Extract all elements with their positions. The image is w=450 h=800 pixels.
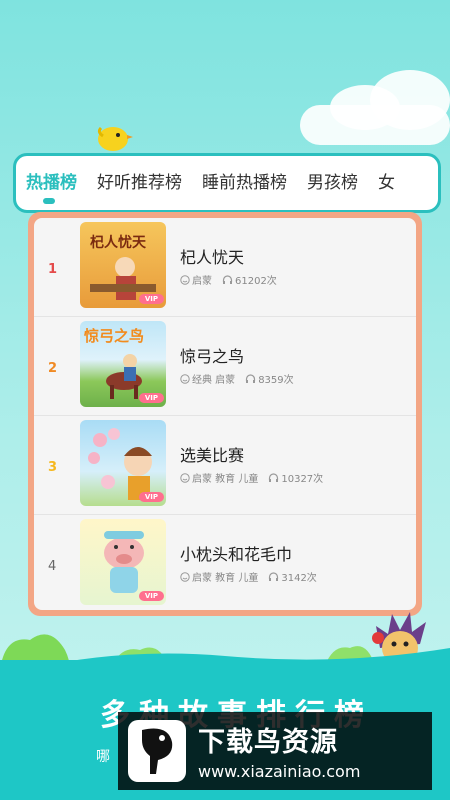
bird-logo-icon	[142, 728, 173, 774]
story-title: 惊弓之鸟	[180, 347, 245, 366]
banner-subtitle: 哪	[96, 749, 110, 765]
story-title: 杞人忧天	[180, 248, 245, 267]
active-tab-indicator	[43, 198, 55, 204]
story-cover: VIP	[80, 420, 166, 506]
play-count: 8359次	[245, 371, 294, 386]
smile-tag-icon	[180, 472, 190, 483]
banner-wave	[0, 648, 450, 676]
play-count: 61202次	[222, 272, 277, 287]
watermark-title: 下载鸟资源	[198, 727, 338, 758]
play-count-value: 8359次	[258, 375, 294, 386]
story-tags: 启蒙 教育 儿童	[192, 573, 259, 584]
rank-number: 2	[48, 361, 58, 376]
play-count-value: 3142次	[281, 573, 317, 584]
story-meta: 启蒙 教育 儿童 10327次	[180, 470, 323, 485]
ranking-tab-bar: 热播榜 好听推荐榜 睡前热播榜 男孩榜 女	[13, 153, 441, 213]
smile-tag-icon	[180, 274, 190, 285]
rank-number: 3	[48, 460, 58, 475]
play-count: 10327次	[268, 470, 323, 485]
watermark-overlay: 下载鸟资源 www.xiazainiao.com	[118, 712, 432, 790]
vip-badge: VIP	[138, 294, 164, 304]
story-tags: 启蒙	[192, 276, 212, 287]
ranking-list-frame: 1 杞人忧天 VIP 杞人忧天 启蒙 61202次 2 惊弓之鸟 VIP 惊弓之…	[28, 212, 422, 616]
play-count-value: 61202次	[235, 276, 277, 287]
tab-boys[interactable]: 男孩榜	[297, 156, 368, 210]
smile-tag-icon	[180, 373, 190, 384]
story-tags: 启蒙 教育 儿童	[192, 474, 259, 485]
story-cover: 杞人忧天 VIP	[80, 222, 166, 308]
tab-girls[interactable]: 女	[368, 156, 405, 210]
play-count-value: 10327次	[281, 474, 324, 485]
story-title: 选美比赛	[180, 446, 245, 465]
story-meta: 启蒙 61202次	[180, 272, 277, 287]
rank-number: 1	[48, 262, 58, 277]
headphones-icon	[269, 571, 279, 581]
headphones-icon	[246, 373, 256, 383]
watermark-logo-icon	[128, 720, 186, 782]
vip-badge: VIP	[138, 591, 164, 601]
story-title: 小枕头和花毛巾	[180, 545, 293, 564]
story-meta: 启蒙 教育 儿童 3142次	[180, 569, 317, 584]
vip-badge: VIP	[138, 393, 164, 403]
play-count: 3142次	[268, 569, 317, 584]
story-meta: 经典 启蒙 8359次	[180, 371, 294, 386]
ranking-list: 1 杞人忧天 VIP 杞人忧天 启蒙 61202次 2 惊弓之鸟 VIP 惊弓之…	[34, 218, 416, 610]
headphones-icon	[222, 274, 233, 284]
story-cover: VIP	[80, 519, 166, 605]
tab-bedtime[interactable]: 睡前热播榜	[192, 156, 297, 210]
story-cover: 惊弓之鸟 VIP	[80, 321, 166, 407]
list-item[interactable]: 2 惊弓之鸟 VIP 惊弓之鸟 经典 启蒙 8359次	[34, 317, 416, 416]
list-item[interactable]: 1 杞人忧天 VIP 杞人忧天 启蒙 61202次	[34, 218, 416, 317]
headphones-icon	[269, 472, 279, 482]
story-tags: 经典 启蒙	[192, 375, 236, 386]
rank-number: 4	[48, 559, 57, 574]
bird-icon	[97, 126, 133, 151]
watermark-url: www.xiazainiao.com	[198, 762, 361, 781]
smile-tag-icon	[180, 571, 190, 582]
list-item[interactable]: 4 VIP 小枕头和花毛巾 启蒙 教育 儿童 3142次	[34, 515, 416, 610]
cloud-decoration	[300, 105, 450, 145]
list-item[interactable]: 3 VIP 选美比赛 启蒙 教育 儿童 10327次	[34, 416, 416, 515]
vip-badge: VIP	[138, 492, 164, 502]
tab-recommended[interactable]: 好听推荐榜	[87, 156, 192, 210]
